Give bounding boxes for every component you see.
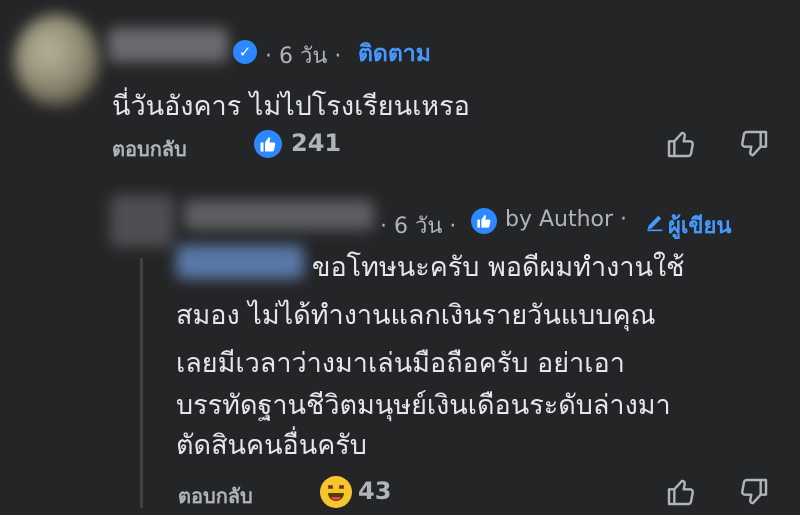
author-name-redacted[interactable]	[184, 200, 374, 230]
author-avatar[interactable]	[110, 195, 174, 247]
verified-badge-icon: ✓	[233, 40, 257, 64]
reply-time: · 6 วัน ·	[380, 214, 457, 239]
by-author-label: by Author ·	[505, 207, 628, 232]
reply-button[interactable]: ตอบกลับ	[178, 480, 253, 512]
comment-time: · 6 วัน ·	[265, 44, 342, 69]
haha-emoji-icon	[320, 476, 352, 508]
reaction-count: 43	[358, 477, 392, 505]
follow-link[interactable]: ติดตาม	[358, 36, 431, 72]
commenter-name-redacted[interactable]	[108, 28, 228, 62]
reply-text-line-5: ตัดสินคนอื่นครับ	[176, 430, 367, 461]
reply-text-line-1: ขอโทษนะครับ พอดีผมทำงานใช้	[312, 252, 685, 283]
thumbs-down-icon[interactable]	[738, 476, 770, 508]
thumbs-up-icon[interactable]	[665, 128, 697, 160]
like-count: 241	[291, 129, 342, 157]
thumbs-up-icon[interactable]	[665, 476, 697, 508]
reply-button[interactable]: ตอบกลับ	[112, 133, 187, 165]
mention-tag-redacted[interactable]	[176, 245, 304, 279]
comment-text: นี่วันอังคาร ไม่ไปโรงเรียนเหรอ	[112, 91, 470, 122]
commenter-avatar[interactable]	[14, 14, 100, 106]
author-badge-icon	[471, 208, 497, 234]
like-reaction-icon	[254, 130, 282, 158]
author-label: ผู้เขียน	[668, 214, 732, 239]
pencil-icon	[645, 212, 665, 232]
thumbs-down-icon[interactable]	[738, 128, 770, 160]
reply-text-line-2: สมอง ไม่ได้ทำงานแลกเงินรายวันแบบคุณ	[176, 300, 656, 331]
thread-line	[140, 258, 143, 508]
